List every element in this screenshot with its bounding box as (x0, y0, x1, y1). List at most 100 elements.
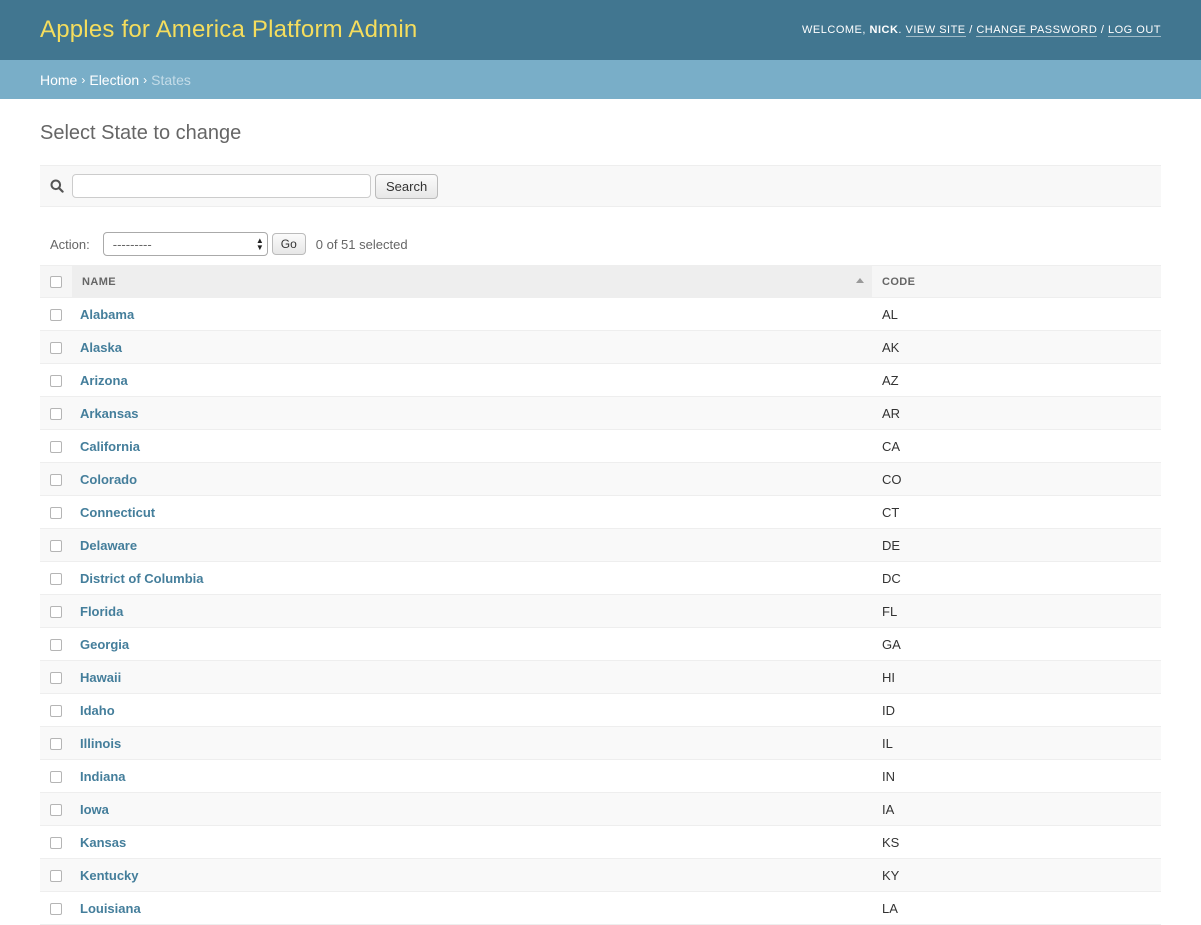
site-name[interactable]: Apples for America Platform Admin (40, 16, 417, 44)
state-name-link[interactable]: Alaska (80, 340, 122, 355)
table-row: Delaware DE (40, 528, 1161, 562)
row-checkbox-cell (40, 297, 72, 331)
action-label: Action: (50, 236, 90, 252)
state-name-link[interactable]: District of Columbia (80, 571, 204, 586)
row-checkbox[interactable] (50, 870, 62, 883)
row-checkbox-cell (40, 660, 72, 694)
row-checkbox-cell (40, 627, 72, 661)
row-checkbox-cell (40, 825, 72, 859)
header: Apples for America Platform Admin Welcom… (0, 0, 1201, 60)
main-content: Select State to change Search Action: --… (0, 122, 1201, 925)
actions-bar: Action: --------- ▲ ▼ Go 0 of 51 selected (40, 224, 1161, 264)
log-out-link[interactable]: Log out (1107, 24, 1161, 37)
row-checkbox[interactable] (50, 408, 62, 421)
column-header-name[interactable]: Name (72, 265, 872, 298)
row-checkbox[interactable] (50, 738, 62, 751)
state-name-cell: Kentucky (72, 858, 872, 892)
row-checkbox[interactable] (50, 705, 62, 718)
go-button[interactable]: Go (271, 233, 306, 255)
state-name-link[interactable]: Connecticut (80, 505, 155, 520)
row-checkbox[interactable] (50, 474, 62, 487)
row-checkbox[interactable] (50, 441, 62, 454)
row-checkbox-cell (40, 495, 72, 529)
row-checkbox-cell (40, 858, 72, 892)
state-code-cell: DE (872, 528, 1161, 562)
row-checkbox[interactable] (50, 606, 62, 619)
state-name-link[interactable]: Arkansas (80, 406, 139, 421)
state-name-link[interactable]: Louisiana (80, 901, 141, 916)
search-button[interactable]: Search (375, 173, 439, 199)
state-code-cell: AR (872, 396, 1161, 430)
view-site-link[interactable]: View site (905, 24, 966, 37)
table-row: Kansas KS (40, 825, 1161, 859)
state-code-cell: KY (872, 858, 1161, 892)
state-code-cell: IL (872, 726, 1161, 760)
state-name-link[interactable]: Arizona (80, 373, 128, 388)
action-select[interactable]: --------- ▲ ▼ (102, 232, 268, 256)
row-checkbox-cell (40, 726, 72, 760)
state-name-cell: District of Columbia (72, 561, 872, 595)
state-code-cell: DC (872, 561, 1161, 595)
state-name-link[interactable]: Iowa (80, 802, 109, 817)
search-input[interactable] (72, 174, 371, 198)
row-checkbox-cell (40, 330, 72, 364)
state-name-cell: Colorado (72, 462, 872, 496)
row-checkbox[interactable] (50, 771, 62, 784)
column-header-code: Code (872, 265, 1161, 298)
row-checkbox[interactable] (50, 639, 62, 652)
state-name-link[interactable]: California (80, 439, 140, 454)
state-name-link[interactable]: Indiana (80, 769, 126, 784)
row-checkbox[interactable] (50, 342, 62, 355)
state-name-link[interactable]: Colorado (80, 472, 137, 487)
row-checkbox-cell (40, 759, 72, 793)
table-row: California CA (40, 429, 1161, 463)
state-name-link[interactable]: Hawaii (80, 670, 121, 685)
row-checkbox-cell (40, 396, 72, 430)
table-row: Kentucky KY (40, 858, 1161, 892)
state-name-link[interactable]: Georgia (80, 637, 129, 652)
row-checkbox-cell (40, 594, 72, 628)
state-code-cell: ID (872, 693, 1161, 727)
state-name-cell: Louisiana (72, 891, 872, 925)
welcome-text: Welcome, (802, 24, 866, 36)
state-code-cell: CA (872, 429, 1161, 463)
row-checkbox[interactable] (50, 903, 62, 916)
table-row: District of Columbia DC (40, 561, 1161, 595)
table-row: Colorado CO (40, 462, 1161, 496)
select-arrows-icon: ▲ ▼ (255, 236, 264, 252)
username: Nick (869, 24, 899, 36)
row-checkbox[interactable] (50, 672, 62, 685)
user-tools: Welcome, Nick. View site / Change passwo… (802, 24, 1161, 37)
state-name-link[interactable]: Illinois (80, 736, 121, 751)
breadcrumb-election[interactable]: Election (89, 72, 139, 88)
state-name-link[interactable]: Kansas (80, 835, 126, 850)
table-row: Iowa IA (40, 792, 1161, 826)
select-all-checkbox[interactable] (50, 275, 62, 288)
table-row: Georgia GA (40, 627, 1161, 661)
row-checkbox[interactable] (50, 507, 62, 520)
state-name-link[interactable]: Kentucky (80, 868, 139, 883)
breadcrumb-current: States (151, 71, 191, 88)
row-checkbox[interactable] (50, 804, 62, 817)
row-checkbox[interactable] (50, 375, 62, 388)
state-name-link[interactable]: Alabama (80, 307, 134, 322)
row-checkbox[interactable] (50, 540, 62, 553)
row-checkbox[interactable] (50, 573, 62, 586)
state-name-link[interactable]: Idaho (80, 703, 115, 718)
row-checkbox[interactable] (50, 309, 62, 322)
state-name-cell: Alabama (72, 297, 872, 331)
row-checkbox-cell (40, 891, 72, 925)
column-header-code-label: Code (882, 275, 916, 288)
result-list: Name Code Alabama AL Alaska AK Arizona AZ Arka… (40, 265, 1161, 925)
change-password-link[interactable]: Change password (976, 24, 1098, 37)
table-row: Florida FL (40, 594, 1161, 628)
state-name-link[interactable]: Florida (80, 604, 123, 619)
row-checkbox-cell (40, 693, 72, 727)
table-row: Connecticut CT (40, 495, 1161, 529)
state-name-cell: Iowa (72, 792, 872, 826)
state-name-link[interactable]: Delaware (80, 538, 137, 553)
sort-ascending-icon[interactable] (856, 278, 864, 283)
state-code-cell: IA (872, 792, 1161, 826)
breadcrumb-home[interactable]: Home (40, 72, 77, 88)
row-checkbox[interactable] (50, 837, 62, 850)
